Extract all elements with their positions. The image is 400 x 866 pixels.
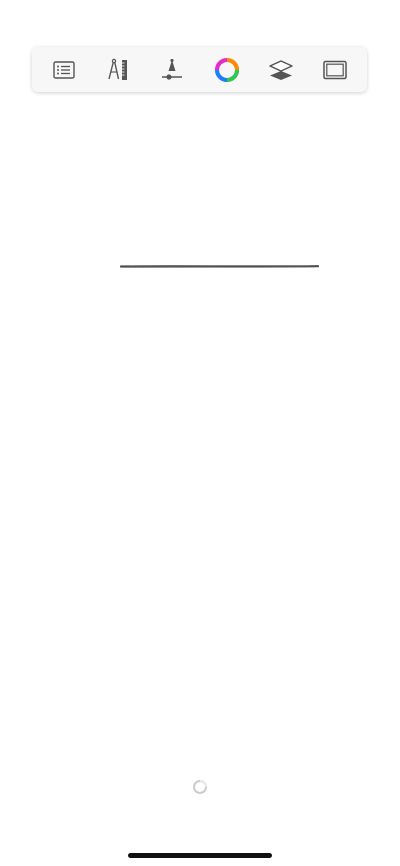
pencil-stroke [119,265,320,268]
color-wheel-icon [214,57,240,83]
list-icon [53,60,75,79]
color-picker-button[interactable] [209,52,245,88]
canvas-frame-icon [323,60,347,80]
ruler-compass-icon [106,58,130,82]
gallery-list-button[interactable] [46,52,82,88]
brush-size-icon [160,58,184,82]
home-indicator[interactable] [128,853,272,858]
drawing-canvas[interactable] [0,100,400,820]
guides-button[interactable] [100,52,136,88]
layers-button[interactable] [263,52,299,88]
sync-spinner-icon [191,778,209,796]
canvas-frame-button[interactable] [317,52,353,88]
layers-icon [268,58,294,82]
drawing-app-screen [0,0,400,866]
toolbar [32,47,367,92]
brush-size-button[interactable] [154,52,190,88]
